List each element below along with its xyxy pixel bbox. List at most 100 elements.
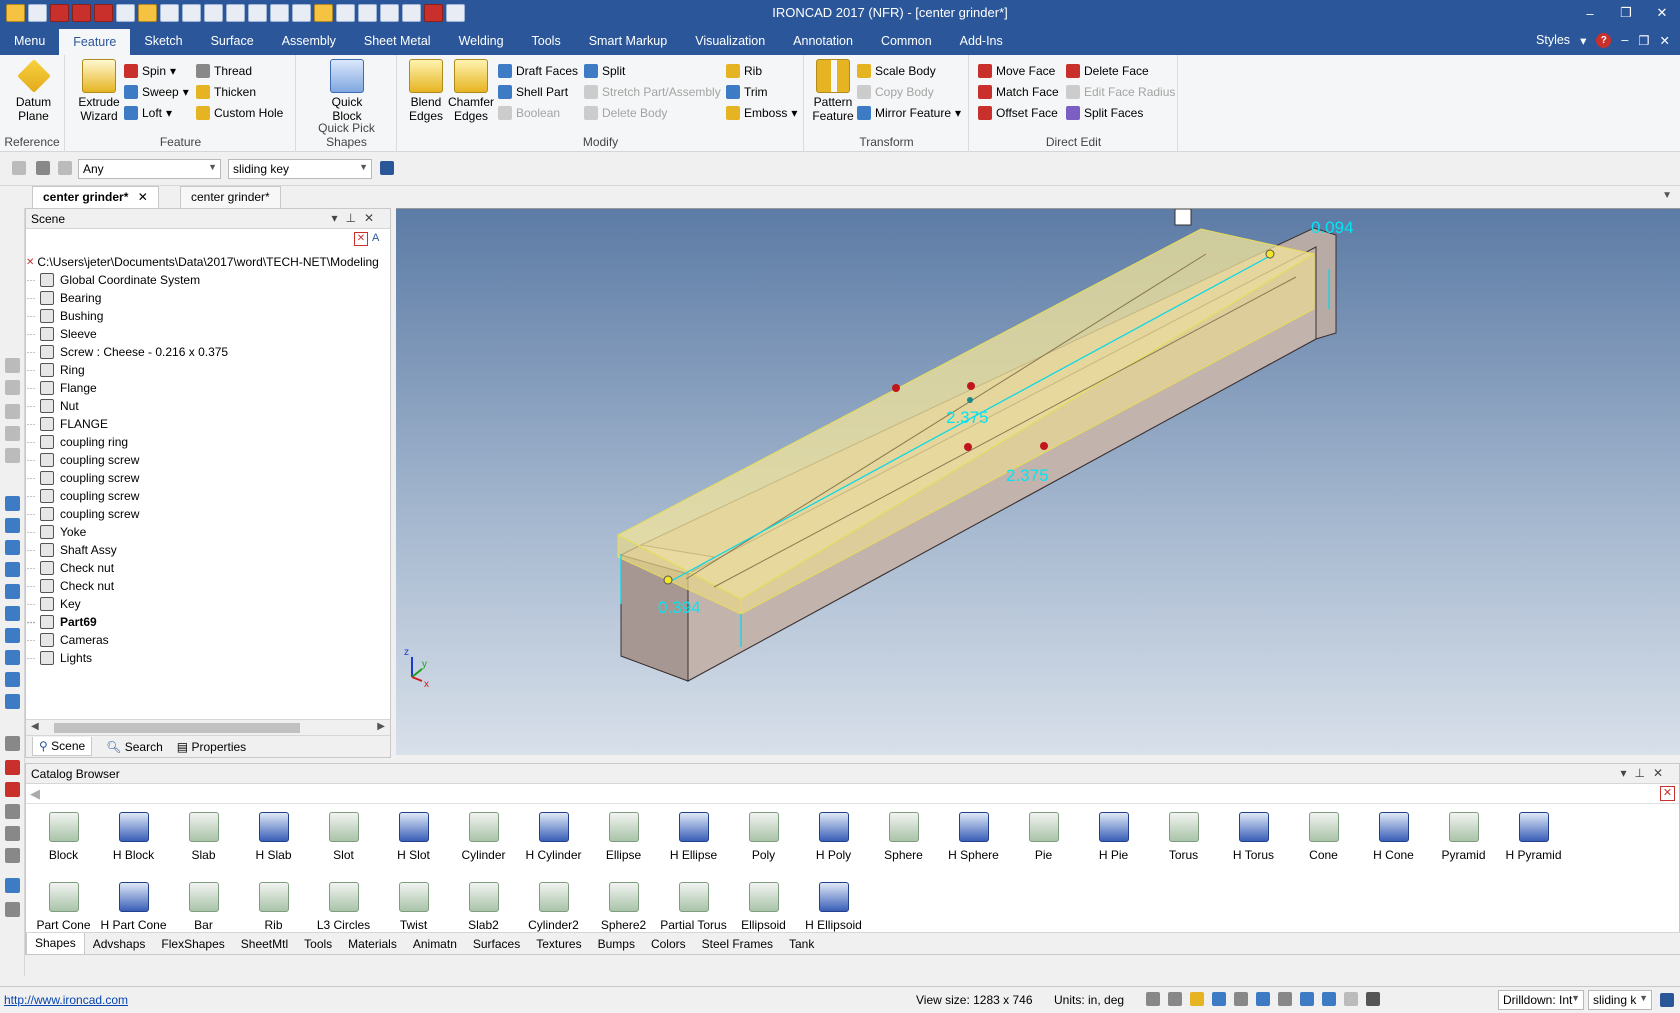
left-tool-1-icon[interactable] xyxy=(5,358,20,373)
catalog-item[interactable]: H Cone xyxy=(1356,812,1431,862)
minimize-button[interactable]: – xyxy=(1572,0,1608,26)
left-tool-10-icon[interactable] xyxy=(5,584,20,599)
ribbon-close-icon[interactable]: ✕ xyxy=(1660,33,1670,48)
catalog-tab-surfaces[interactable]: Surfaces xyxy=(465,937,528,951)
catalog-item[interactable]: H Torus xyxy=(1216,812,1291,862)
catalog-item[interactable]: Partial Torus xyxy=(656,882,731,932)
catalog-back-icon[interactable]: ◀ xyxy=(30,786,40,802)
catalog-tab-materials[interactable]: Materials xyxy=(340,937,405,951)
tree-expander-icon[interactable]: ⋯ xyxy=(26,455,36,466)
catalog-tab-tank[interactable]: Tank xyxy=(781,937,822,951)
chamfer-edges-button[interactable]: Chamfer Edges xyxy=(448,59,494,123)
status-part-dropdown[interactable]: sliding k ▼ xyxy=(1588,990,1652,1010)
tree-expander-icon[interactable]: ⋯ xyxy=(26,437,36,448)
left-tool-11-icon[interactable] xyxy=(5,606,20,621)
camera-icon[interactable] xyxy=(1234,992,1248,1006)
catalog-item[interactable]: H Ellipsoid xyxy=(796,882,871,932)
tree-expander-icon[interactable]: ⋯ xyxy=(26,311,36,322)
move-face-button[interactable]: Move Face xyxy=(978,61,1055,81)
left-tool-12-icon[interactable] xyxy=(5,628,20,643)
tree-expander-icon[interactable]: ⋯ xyxy=(26,617,36,628)
left-tool-3-icon[interactable] xyxy=(5,404,20,419)
tree-item[interactable]: ⋯ coupling ring xyxy=(26,433,390,451)
dim-text-3[interactable]: 0.394 xyxy=(658,598,701,617)
left-tool-5-icon[interactable] xyxy=(5,448,20,463)
catalog-panel-controls[interactable]: ▾⊥✕ xyxy=(1620,766,1671,780)
copy-body-button[interactable]: Copy Body xyxy=(857,82,934,102)
tree-expander-icon[interactable]: ⋯ xyxy=(26,527,36,538)
left-tool-2-icon[interactable] xyxy=(5,380,20,395)
blend-edges-button[interactable]: Blend Edges xyxy=(406,59,446,123)
tree-expander-icon[interactable]: ⋯ xyxy=(26,581,36,592)
quick-block-button[interactable]: Quick Block xyxy=(317,59,377,123)
catalog-item[interactable]: H Ellipse xyxy=(656,812,731,862)
left-tool-17-icon[interactable] xyxy=(5,760,20,775)
custom-hole-button[interactable]: Custom Hole xyxy=(196,103,283,123)
thread-button[interactable]: Thread xyxy=(196,61,252,81)
scroll-left-icon[interactable]: ◀ xyxy=(31,721,39,732)
ribbon-tab-sheet-metal[interactable]: Sheet Metal xyxy=(350,27,445,55)
restore-button[interactable]: ❐ xyxy=(1608,0,1644,26)
tree-expander-icon[interactable]: ⋯ xyxy=(26,653,36,664)
tree-expander-icon[interactable]: ⋯ xyxy=(26,383,36,394)
catalog-item[interactable]: Slab xyxy=(166,812,241,862)
ribbon-tab-menu[interactable]: Menu xyxy=(0,27,59,55)
tri-ball-icon[interactable] xyxy=(1174,209,1192,226)
styles-menu[interactable]: Styles xyxy=(1536,33,1570,48)
zoom-window-icon[interactable] xyxy=(1168,992,1182,1006)
catalog-close-icon[interactable]: ✕ xyxy=(1660,786,1675,801)
catalog-item[interactable]: H Cylinder xyxy=(516,812,591,862)
clear-filter-icon[interactable]: ✕ xyxy=(354,232,368,246)
catalog-item[interactable]: Sphere2 xyxy=(586,882,661,932)
tree-expander-icon[interactable]: ⋯ xyxy=(26,401,36,412)
tree-item[interactable]: ⋯ Bearing xyxy=(26,289,390,307)
display-icon[interactable] xyxy=(1300,992,1314,1006)
mirror-feature-button[interactable]: Mirror Feature ▾ xyxy=(857,103,961,123)
tree-item[interactable]: ⋯ coupling screw xyxy=(26,487,390,505)
left-tool-20-icon[interactable] xyxy=(5,826,20,841)
rib-button[interactable]: Rib xyxy=(726,61,762,81)
tree-item[interactable]: ⋯ Cameras xyxy=(26,631,390,649)
tab-search[interactable]: 🔍︎ Search xyxy=(106,740,163,754)
catalog-item[interactable]: Torus xyxy=(1146,812,1221,862)
part-dropdown[interactable]: sliding key ▼ xyxy=(228,159,372,179)
tree-expander-icon[interactable]: ⋯ xyxy=(26,347,36,358)
catalog-tab-sheetmtl[interactable]: SheetMtl xyxy=(233,937,296,951)
catalog-tab-textures[interactable]: Textures xyxy=(528,937,589,951)
left-tool-18-icon[interactable] xyxy=(5,782,20,797)
split-button[interactable]: Split xyxy=(584,61,625,81)
tree-item[interactable]: ⋯ Yoke xyxy=(26,523,390,541)
emboss-button[interactable]: Emboss ▾ xyxy=(726,103,797,123)
3d-viewport[interactable]: 0.094 2.375 2.375 0.394 z y x xyxy=(396,208,1680,755)
ribbon-tab-smart-markup[interactable]: Smart Markup xyxy=(575,27,682,55)
catalog-tab-shapes[interactable]: Shapes xyxy=(26,932,85,955)
tabs-dropdown-icon[interactable]: ▼ xyxy=(1662,190,1672,201)
tree-item[interactable]: ⋯ Sleeve xyxy=(26,325,390,343)
scene-panel-controls[interactable]: ▾⊥✕ xyxy=(331,211,382,225)
tree-expander-icon[interactable]: ⋯ xyxy=(26,491,36,502)
left-tool-21-icon[interactable] xyxy=(5,848,20,863)
light-mode-icon[interactable] xyxy=(1256,992,1270,1006)
drilldown-dropdown[interactable]: Drilldown: Int ▼ xyxy=(1498,990,1584,1010)
split-faces-button[interactable]: Split Faces xyxy=(1066,103,1143,123)
catalog-item[interactable]: Block xyxy=(26,812,101,862)
catalog-item[interactable]: H Part Cone xyxy=(96,882,171,932)
catalog-item[interactable]: H Sphere xyxy=(936,812,1011,862)
tree-item[interactable]: ⋯ Ring xyxy=(26,361,390,379)
tree-item[interactable]: ⋯ Global Coordinate System xyxy=(26,271,390,289)
left-tool-15-icon[interactable] xyxy=(5,694,20,709)
catalog-tab-steel-frames[interactable]: Steel Frames xyxy=(694,937,781,951)
tree-item[interactable]: ⋯ Screw : Cheese - 0.216 x 0.375 xyxy=(26,343,390,361)
match-face-button[interactable]: Match Face xyxy=(978,82,1059,102)
catalog-item[interactable]: L3 Circles xyxy=(306,882,381,932)
ribbon-minimize-icon[interactable]: – xyxy=(1621,33,1628,48)
tree-expander-icon[interactable]: ⋯ xyxy=(26,329,36,340)
catalog-item[interactable]: Ellipsoid xyxy=(726,882,801,932)
select-tool-icon[interactable] xyxy=(1344,992,1358,1006)
left-tool-4-icon[interactable] xyxy=(5,426,20,441)
tree-expander-icon[interactable]: ⋯ xyxy=(26,365,36,376)
tree-expander-icon[interactable]: ⋯ xyxy=(26,293,36,304)
tree-item[interactable]: ⋯ Nut xyxy=(26,397,390,415)
ribbon-tab-common[interactable]: Common xyxy=(867,27,946,55)
tree-expander-icon[interactable]: ⋯ xyxy=(26,275,36,286)
